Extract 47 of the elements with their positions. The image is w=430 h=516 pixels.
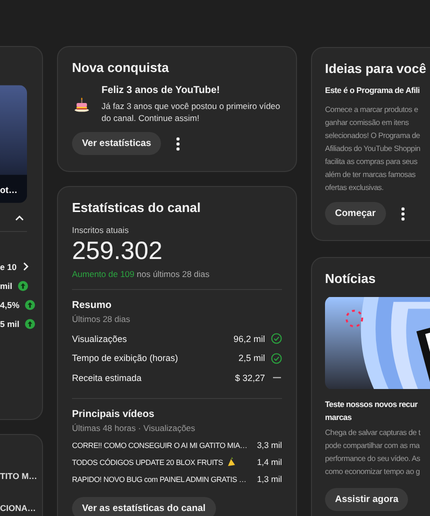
more-icon[interactable] bbox=[176, 136, 180, 150]
channel-stats-button[interactable]: Ver as estatísticas do canal bbox=[72, 496, 216, 516]
chevron-right-icon bbox=[22, 262, 29, 271]
metric-value: 5 mil bbox=[0, 318, 20, 328]
arrow-up-circle-icon bbox=[25, 318, 36, 328]
card-title: Nova conquista bbox=[72, 60, 170, 75]
more-icon[interactable] bbox=[400, 206, 405, 220]
check-circle-icon bbox=[271, 352, 282, 364]
video-title: TITO M… bbox=[0, 471, 38, 481]
card-title: Estatísticas do canal bbox=[72, 200, 202, 215]
metric-value: $ 32,27 bbox=[234, 372, 265, 383]
card-title: Notícias bbox=[325, 271, 377, 286]
metric-value: mil bbox=[0, 280, 12, 290]
video-title: CIONA… bbox=[0, 503, 36, 513]
section-title: Resumo bbox=[72, 300, 112, 311]
period-label: Últimos 28 dias bbox=[72, 314, 132, 324]
idea-heading: Este é o Programa de Afili bbox=[325, 86, 421, 95]
metric-value: 96,2 mil bbox=[233, 334, 265, 344]
metric-label: Receita estimada bbox=[72, 372, 143, 383]
metric-value: e 10 bbox=[0, 262, 17, 272]
arrow-up-circle-icon bbox=[25, 300, 36, 310]
chevron-up-icon[interactable] bbox=[15, 215, 24, 221]
metric-value: 4,5% bbox=[0, 300, 20, 310]
view-stats-button[interactable]: Ver estatísticas bbox=[72, 132, 162, 155]
start-button[interactable]: Começar bbox=[325, 202, 386, 225]
check-circle-icon bbox=[271, 333, 282, 344]
emoji-icon bbox=[226, 457, 236, 467]
section-title: Principais vídeos bbox=[72, 408, 156, 420]
watch-now-button[interactable]: Assistir agora bbox=[325, 488, 408, 511]
dash-icon bbox=[272, 376, 280, 379]
metric-value: 2,5 mil bbox=[238, 353, 265, 364]
view-count: 1,4 mil bbox=[256, 457, 282, 467]
achievement-heading: Feliz 3 anos de YouTube! bbox=[102, 85, 221, 96]
news-heading: marcas bbox=[325, 413, 353, 422]
arrow-up-circle-icon bbox=[18, 280, 28, 290]
metric-label: Tempo de exibição (horas) bbox=[72, 353, 180, 364]
subscribers-label: Inscritos atuais bbox=[72, 225, 130, 235]
view-count: 1,3 mil bbox=[256, 474, 282, 484]
growth-text: Aumento de 109 nos últimos 28 dias bbox=[72, 269, 211, 279]
period-label: Últimas 48 horas · Visualizações bbox=[72, 422, 196, 432]
card-title: Ideias para você bbox=[325, 61, 428, 76]
metric-label: Visualizações bbox=[72, 334, 128, 344]
view-count: 3,3 mil bbox=[256, 440, 282, 450]
subscriber-count: 259.302 bbox=[72, 237, 164, 266]
video-title: ot… bbox=[0, 185, 18, 195]
news-heading: Teste nossos novos recur bbox=[325, 400, 419, 409]
achievement-message: Já faz 3 anos que você postou o primeiro vídeo do canal. Continue assim! bbox=[102, 100, 282, 124]
